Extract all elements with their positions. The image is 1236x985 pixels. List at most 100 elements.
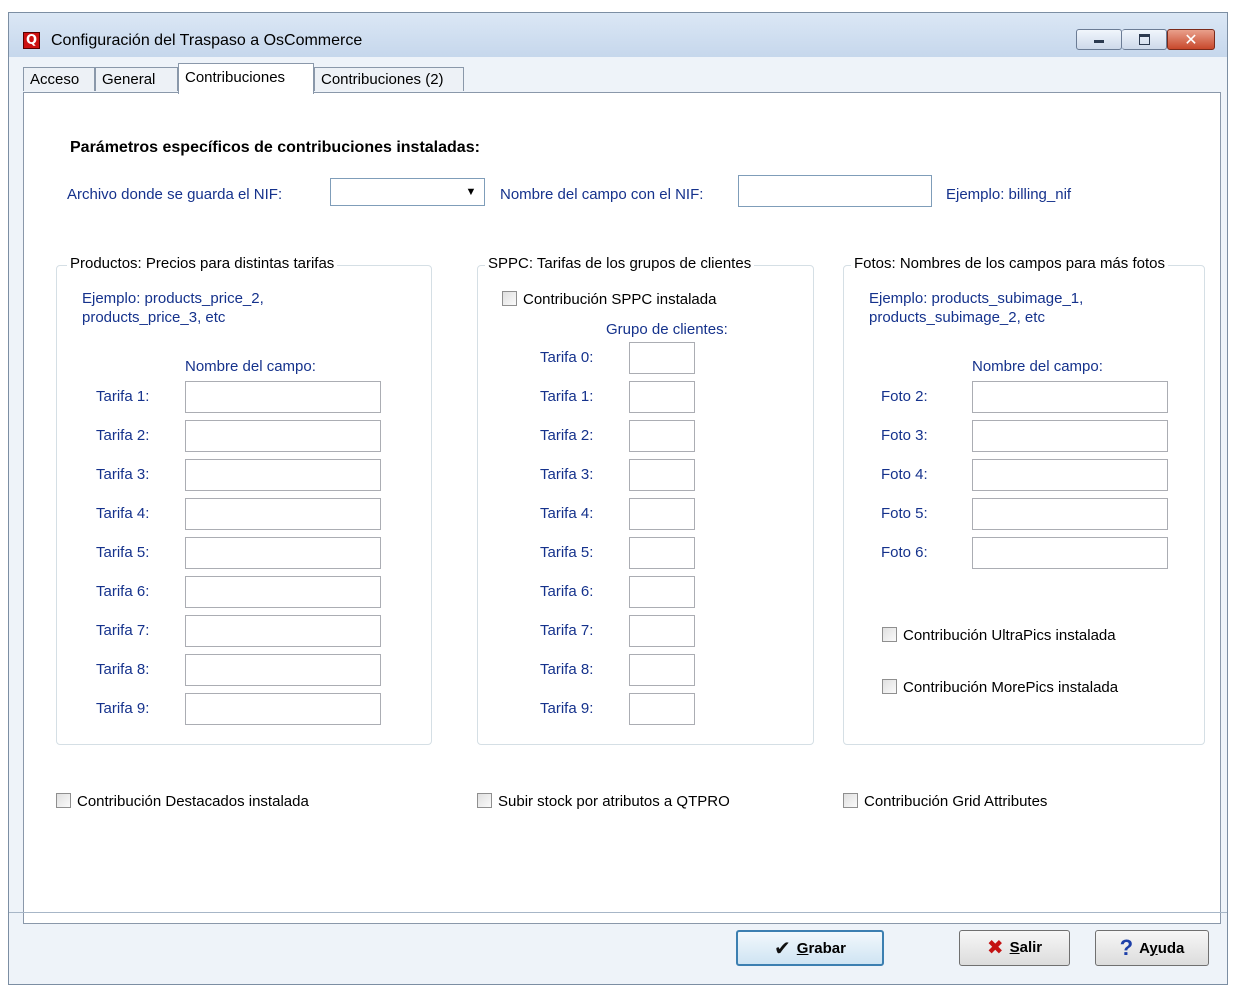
row-input[interactable]: [629, 576, 695, 608]
fotos-group: Fotos: Nombres de los campos para más fo…: [843, 255, 1205, 745]
row-input[interactable]: [629, 498, 695, 530]
row-input[interactable]: [185, 576, 381, 608]
ultrapics-checkbox[interactable]: Contribución UltraPics instalada: [882, 627, 1116, 644]
row-label: Tarifa 0:: [540, 349, 594, 366]
row-input[interactable]: [972, 537, 1168, 569]
row-label: Tarifa 3:: [96, 466, 150, 483]
row-label: Foto 6:: [881, 544, 928, 561]
row-label: Tarifa 9:: [540, 700, 594, 717]
row-label: Tarifa 5:: [540, 544, 594, 561]
row-label: Tarifa 3:: [540, 466, 594, 483]
row-input[interactable]: [629, 615, 695, 647]
ayuda-button[interactable]: ? Ayuda: [1095, 930, 1209, 966]
row-label: Tarifa 6:: [540, 583, 594, 600]
ultrapics-label: Contribución UltraPics instalada: [903, 627, 1116, 644]
row-input[interactable]: [185, 420, 381, 452]
row-input[interactable]: [629, 693, 695, 725]
fotos-example-2: products_subimage_2, etc: [869, 309, 1045, 326]
row-input[interactable]: [972, 498, 1168, 530]
tab-contribuciones[interactable]: Contribuciones: [178, 63, 314, 94]
q-app-icon: Q: [23, 32, 40, 49]
maximize-icon: [1138, 34, 1150, 45]
nif-field-input[interactable]: [738, 175, 932, 207]
ayuda-label: uda: [1157, 940, 1185, 957]
checkbox-box[interactable]: [502, 291, 517, 306]
row-input[interactable]: [629, 537, 695, 569]
qtpro-checkbox[interactable]: Subir stock por atributos a QTPRO: [477, 793, 730, 810]
row-label: Tarifa 1:: [540, 388, 594, 405]
checkbox-box[interactable]: [477, 793, 492, 808]
close-icon: ✕: [1184, 30, 1198, 49]
row-input[interactable]: [185, 693, 381, 725]
grabar-label: rabar: [808, 940, 846, 957]
sppc-legend: SPPC: Tarifas de los grupos de clientes: [485, 255, 755, 272]
row-input[interactable]: [972, 381, 1168, 413]
row-input[interactable]: [629, 342, 695, 374]
chevron-down-icon[interactable]: ▼: [461, 182, 481, 202]
grid-checkbox[interactable]: Contribución Grid Attributes: [843, 793, 1047, 810]
close-button[interactable]: ✕: [1167, 29, 1215, 50]
row-input[interactable]: [185, 381, 381, 413]
row-input[interactable]: [185, 615, 381, 647]
checkbox-box[interactable]: [843, 793, 858, 808]
row-label: Tarifa 1:: [96, 388, 150, 405]
sppc-checkbox-label: Contribución SPPC instalada: [523, 291, 717, 308]
row-label: Tarifa 6:: [96, 583, 150, 600]
grid-label: Contribución Grid Attributes: [864, 793, 1048, 810]
morepics-label: Contribución MorePics instalada: [903, 679, 1119, 696]
row-input[interactable]: [629, 420, 695, 452]
dialog-window: Q Configuración del Traspaso a OsCommerc…: [8, 12, 1228, 985]
salir-label: alir: [1019, 939, 1043, 956]
row-input[interactable]: [629, 381, 695, 413]
row-label: Foto 3:: [881, 427, 928, 444]
row-label: Foto 5:: [881, 505, 928, 522]
destacados-checkbox[interactable]: Contribución Destacados instalada: [56, 793, 309, 810]
productos-example-2: products_price_3, etc: [82, 309, 226, 326]
row-input[interactable]: [185, 537, 381, 569]
fotos-example-1: Ejemplo: products_subimage_1,: [869, 290, 1084, 307]
grabar-accel: G: [796, 940, 809, 957]
tab-acceso[interactable]: Acceso: [23, 67, 95, 91]
row-label: Tarifa 7:: [540, 622, 594, 639]
sppc-checkbox[interactable]: Contribución SPPC instalada: [502, 291, 716, 308]
checkbox-box[interactable]: [882, 627, 897, 642]
row-input[interactable]: [185, 498, 381, 530]
question-icon: ?: [1119, 935, 1134, 960]
checkbox-box[interactable]: [56, 793, 71, 808]
productos-group: Productos: Precios para distintas tarifa…: [56, 255, 432, 745]
window-title: Configuración del Traspaso a OsCommerce: [51, 32, 363, 49]
row-label: Tarifa 7:: [96, 622, 150, 639]
nif-file-select[interactable]: ▼: [330, 178, 485, 206]
row-input[interactable]: [972, 420, 1168, 452]
row-input[interactable]: [185, 654, 381, 686]
row-input[interactable]: [185, 459, 381, 491]
row-label: Tarifa 2:: [96, 427, 150, 444]
morepics-checkbox[interactable]: Contribución MorePics instalada: [882, 679, 1118, 696]
salir-button[interactable]: ✖ Salir: [959, 930, 1070, 966]
checkbox-box[interactable]: [882, 679, 897, 694]
row-label: Foto 2:: [881, 388, 928, 405]
row-label: Tarifa 8:: [96, 661, 150, 678]
nif-example: Ejemplo: billing_nif: [946, 186, 1072, 203]
row-label: Tarifa 2:: [540, 427, 594, 444]
tab-general[interactable]: General: [95, 67, 178, 91]
row-input[interactable]: [629, 459, 695, 491]
row-label: Tarifa 4:: [96, 505, 150, 522]
title-bar[interactable]: Q Configuración del Traspaso a OsCommerc…: [9, 13, 1227, 57]
maximize-button[interactable]: [1122, 29, 1167, 50]
fotos-column-header: Nombre del campo:: [972, 358, 1103, 375]
checkmark-icon: ✔: [774, 938, 791, 960]
destacados-label: Contribución Destacados instalada: [77, 793, 309, 810]
ayuda-accel: y: [1149, 940, 1158, 957]
minimize-icon: [1094, 40, 1104, 43]
row-input[interactable]: [972, 459, 1168, 491]
nif-file-label: Archivo donde se guarda el NIF:: [67, 186, 283, 203]
sppc-group: SPPC: Tarifas de los grupos de clientes …: [477, 255, 814, 745]
tab-contribuciones-2[interactable]: Contribuciones (2): [314, 67, 464, 91]
row-input[interactable]: [629, 654, 695, 686]
row-label: Tarifa 9:: [96, 700, 150, 717]
row-label: Foto 4:: [881, 466, 928, 483]
minimize-button[interactable]: [1076, 29, 1122, 50]
grabar-button[interactable]: ✔ Grabar: [736, 930, 884, 966]
sppc-column-header: Grupo de clientes:: [606, 321, 728, 338]
